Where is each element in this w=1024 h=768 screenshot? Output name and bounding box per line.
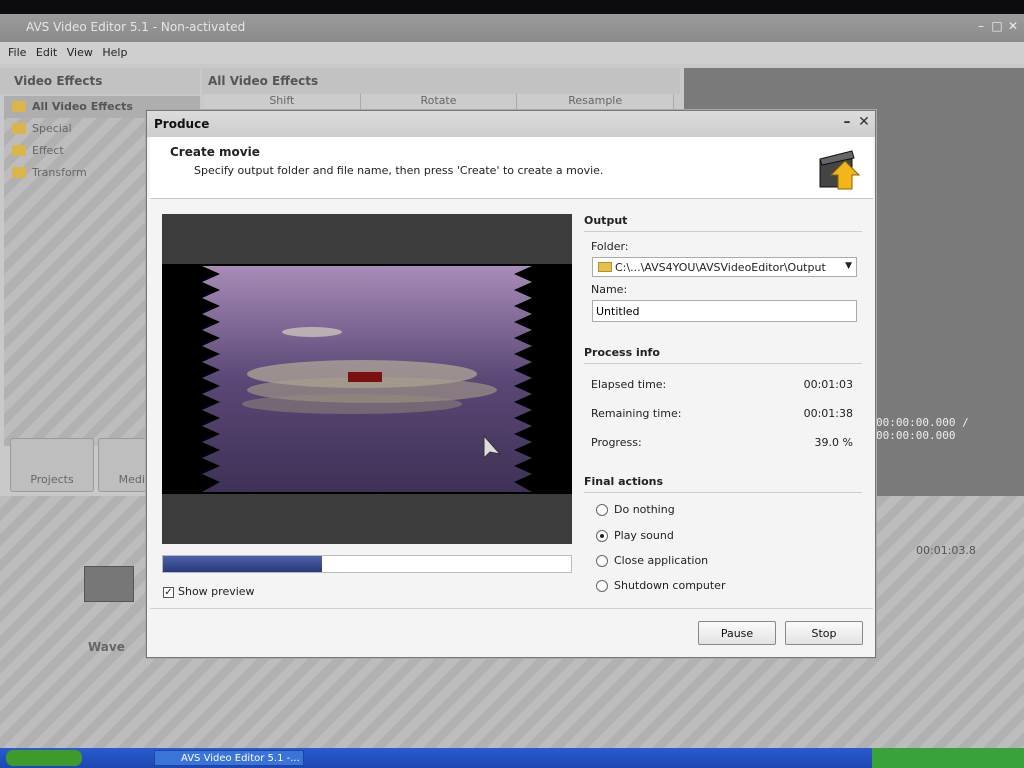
elapsed-value: 00:01:03 (803, 378, 853, 391)
radio-play-sound[interactable]: Play sound (596, 529, 674, 542)
process-info-title: Process info (584, 346, 862, 364)
output-section-title: Output (584, 214, 862, 232)
production-progress-bar (162, 555, 572, 573)
dialog-titlebar: Produce – ✕ (147, 111, 875, 137)
name-label: Name: (591, 283, 628, 296)
footer-divider (150, 608, 873, 609)
radio-circle[interactable] (596, 504, 608, 516)
radio-circle[interactable] (596, 555, 608, 567)
name-input[interactable] (592, 300, 857, 322)
preview-frame (162, 264, 572, 494)
pause-button[interactable]: Pause (698, 621, 776, 645)
checkbox-box[interactable]: ✓ (163, 586, 174, 598)
elapsed-label: Elapsed time: (591, 378, 667, 391)
final-actions-title: Final actions (584, 475, 862, 493)
close-icon[interactable]: ✕ (856, 115, 872, 131)
minimize-icon[interactable]: – (839, 115, 855, 131)
dialog-subheading: Specify output folder and file name, the… (194, 164, 604, 177)
remaining-label: Remaining time: (591, 407, 682, 420)
chevron-down-icon[interactable]: ▼ (845, 261, 852, 271)
remaining-value: 00:01:38 (803, 407, 853, 420)
dialog-header: Create movie Specify output folder and f… (150, 137, 873, 199)
dialog-title: Produce (154, 117, 210, 131)
radio-circle[interactable] (596, 530, 608, 542)
show-preview-label: Show preview (178, 585, 255, 598)
clapperboard-arrow-icon (819, 150, 861, 190)
progress-fill (163, 556, 323, 572)
dialog-heading: Create movie (170, 145, 260, 159)
folder-value: C:\...\AVS4YOU\AVSVideoEditor\Output (615, 261, 826, 274)
show-preview-checkbox[interactable]: ✓ Show preview (163, 585, 255, 598)
stop-button[interactable]: Stop (785, 621, 863, 645)
folder-label: Folder: (591, 240, 629, 253)
folder-icon (598, 262, 612, 272)
video-preview (162, 214, 572, 544)
radio-do-nothing[interactable]: Do nothing (596, 503, 675, 516)
radio-close-application[interactable]: Close application (596, 554, 708, 567)
radio-circle[interactable] (596, 580, 608, 592)
progress-label: Progress: (591, 436, 642, 449)
folder-select[interactable]: C:\...\AVS4YOU\AVSVideoEditor\Output ▼ (592, 257, 857, 277)
produce-dialog: Produce – ✕ Create movie Specify output … (146, 110, 876, 658)
progress-value: 39.0 % (814, 436, 853, 449)
radio-shutdown-computer[interactable]: Shutdown computer (596, 579, 725, 592)
